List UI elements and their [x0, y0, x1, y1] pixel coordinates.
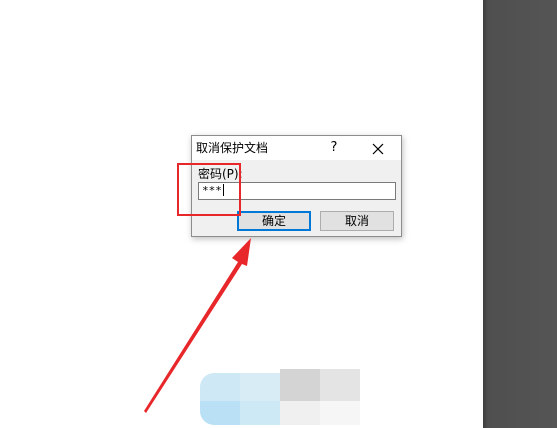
dialog-titlebar: 取消保护文档 ? [192, 136, 401, 160]
cancel-button[interactable]: 取消 [320, 211, 394, 231]
app-frame-background [483, 0, 557, 428]
close-icon [372, 143, 384, 155]
help-button[interactable]: ? [324, 138, 344, 158]
blurred-watermark [200, 369, 360, 425]
ok-button[interactable]: 确定 [237, 211, 311, 231]
highlight-box [177, 163, 241, 216]
dialog-title: 取消保护文档 [196, 141, 269, 155]
close-button[interactable] [368, 139, 388, 159]
